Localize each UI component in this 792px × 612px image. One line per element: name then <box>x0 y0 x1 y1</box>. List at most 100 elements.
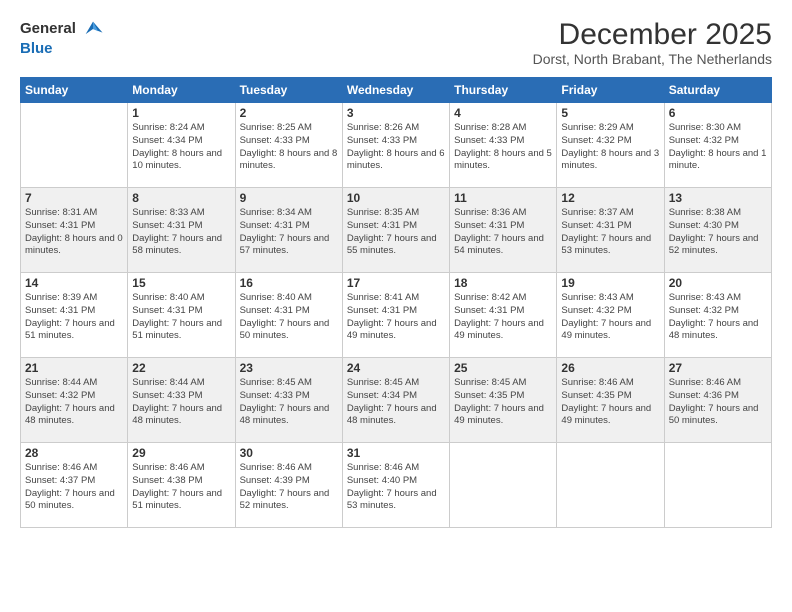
title-area: December 2025 Dorst, North Brabant, The … <box>533 18 772 67</box>
sunset-text: Sunset: 4:31 PM <box>454 220 524 231</box>
sunset-text: Sunset: 4:32 PM <box>669 135 739 146</box>
sunset-text: Sunset: 4:30 PM <box>669 220 739 231</box>
sunrise-text: Sunrise: 8:46 AM <box>561 377 633 388</box>
col-saturday: Saturday <box>664 78 771 103</box>
calendar-header-row: Sunday Monday Tuesday Wednesday Thursday… <box>21 78 772 103</box>
day-number: 4 <box>454 106 552 120</box>
day-detail: Sunrise: 8:45 AM Sunset: 4:33 PM Dayligh… <box>240 377 338 428</box>
daylight-text: Daylight: 7 hours and 48 minutes. <box>132 403 222 427</box>
subtitle: Dorst, North Brabant, The Netherlands <box>533 51 772 67</box>
table-row: 29 Sunrise: 8:46 AM Sunset: 4:38 PM Dayl… <box>128 443 235 528</box>
table-row: 21 Sunrise: 8:44 AM Sunset: 4:32 PM Dayl… <box>21 358 128 443</box>
day-detail: Sunrise: 8:46 AM Sunset: 4:35 PM Dayligh… <box>561 377 659 428</box>
sunrise-text: Sunrise: 8:45 AM <box>240 377 312 388</box>
day-number: 24 <box>347 361 445 375</box>
page: General Blue December 2025 Dorst, North … <box>0 0 792 612</box>
table-row: 15 Sunrise: 8:40 AM Sunset: 4:31 PM Dayl… <box>128 273 235 358</box>
sunset-text: Sunset: 4:31 PM <box>347 220 417 231</box>
sunrise-text: Sunrise: 8:38 AM <box>669 207 741 218</box>
sunrise-text: Sunrise: 8:46 AM <box>347 462 419 473</box>
logo-general-text: General <box>20 18 104 40</box>
sunset-text: Sunset: 4:36 PM <box>669 390 739 401</box>
daylight-text: Daylight: 7 hours and 49 minutes. <box>454 318 544 342</box>
calendar-week-row: 14 Sunrise: 8:39 AM Sunset: 4:31 PM Dayl… <box>21 273 772 358</box>
day-detail: Sunrise: 8:37 AM Sunset: 4:31 PM Dayligh… <box>561 207 659 258</box>
table-row: 28 Sunrise: 8:46 AM Sunset: 4:37 PM Dayl… <box>21 443 128 528</box>
daylight-text: Daylight: 7 hours and 53 minutes. <box>347 488 437 512</box>
day-number: 10 <box>347 191 445 205</box>
day-number: 12 <box>561 191 659 205</box>
daylight-text: Daylight: 8 hours and 0 minutes. <box>25 233 123 257</box>
calendar-week-row: 7 Sunrise: 8:31 AM Sunset: 4:31 PM Dayli… <box>21 188 772 273</box>
daylight-text: Daylight: 7 hours and 57 minutes. <box>240 233 330 257</box>
day-detail: Sunrise: 8:46 AM Sunset: 4:36 PM Dayligh… <box>669 377 767 428</box>
day-number: 3 <box>347 106 445 120</box>
calendar-week-row: 1 Sunrise: 8:24 AM Sunset: 4:34 PM Dayli… <box>21 103 772 188</box>
day-detail: Sunrise: 8:44 AM Sunset: 4:32 PM Dayligh… <box>25 377 123 428</box>
sunset-text: Sunset: 4:32 PM <box>561 305 631 316</box>
table-row: 5 Sunrise: 8:29 AM Sunset: 4:32 PM Dayli… <box>557 103 664 188</box>
table-row: 17 Sunrise: 8:41 AM Sunset: 4:31 PM Dayl… <box>342 273 449 358</box>
table-row <box>664 443 771 528</box>
daylight-text: Daylight: 7 hours and 51 minutes. <box>132 318 222 342</box>
main-title: December 2025 <box>533 18 772 51</box>
sunrise-text: Sunrise: 8:24 AM <box>132 122 204 133</box>
table-row: 20 Sunrise: 8:43 AM Sunset: 4:32 PM Dayl… <box>664 273 771 358</box>
sunrise-text: Sunrise: 8:45 AM <box>347 377 419 388</box>
sunset-text: Sunset: 4:31 PM <box>25 220 95 231</box>
sunset-text: Sunset: 4:31 PM <box>347 305 417 316</box>
day-number: 9 <box>240 191 338 205</box>
day-number: 5 <box>561 106 659 120</box>
daylight-text: Daylight: 7 hours and 58 minutes. <box>132 233 222 257</box>
day-number: 2 <box>240 106 338 120</box>
day-detail: Sunrise: 8:34 AM Sunset: 4:31 PM Dayligh… <box>240 207 338 258</box>
day-detail: Sunrise: 8:46 AM Sunset: 4:38 PM Dayligh… <box>132 462 230 513</box>
table-row: 4 Sunrise: 8:28 AM Sunset: 4:33 PM Dayli… <box>450 103 557 188</box>
sunrise-text: Sunrise: 8:25 AM <box>240 122 312 133</box>
sunrise-text: Sunrise: 8:33 AM <box>132 207 204 218</box>
day-number: 27 <box>669 361 767 375</box>
sunset-text: Sunset: 4:33 PM <box>454 135 524 146</box>
table-row: 11 Sunrise: 8:36 AM Sunset: 4:31 PM Dayl… <box>450 188 557 273</box>
sunset-text: Sunset: 4:31 PM <box>561 220 631 231</box>
day-detail: Sunrise: 8:40 AM Sunset: 4:31 PM Dayligh… <box>132 292 230 343</box>
sunset-text: Sunset: 4:32 PM <box>25 390 95 401</box>
daylight-text: Daylight: 8 hours and 1 minute. <box>669 148 767 172</box>
table-row: 2 Sunrise: 8:25 AM Sunset: 4:33 PM Dayli… <box>235 103 342 188</box>
table-row: 18 Sunrise: 8:42 AM Sunset: 4:31 PM Dayl… <box>450 273 557 358</box>
sunrise-text: Sunrise: 8:36 AM <box>454 207 526 218</box>
day-number: 31 <box>347 446 445 460</box>
table-row: 25 Sunrise: 8:45 AM Sunset: 4:35 PM Dayl… <box>450 358 557 443</box>
sunrise-text: Sunrise: 8:43 AM <box>669 292 741 303</box>
day-detail: Sunrise: 8:30 AM Sunset: 4:32 PM Dayligh… <box>669 122 767 173</box>
day-detail: Sunrise: 8:35 AM Sunset: 4:31 PM Dayligh… <box>347 207 445 258</box>
day-number: 25 <box>454 361 552 375</box>
daylight-text: Daylight: 8 hours and 3 minutes. <box>561 148 659 172</box>
day-number: 13 <box>669 191 767 205</box>
sunset-text: Sunset: 4:31 PM <box>132 305 202 316</box>
table-row: 23 Sunrise: 8:45 AM Sunset: 4:33 PM Dayl… <box>235 358 342 443</box>
table-row: 26 Sunrise: 8:46 AM Sunset: 4:35 PM Dayl… <box>557 358 664 443</box>
day-detail: Sunrise: 8:26 AM Sunset: 4:33 PM Dayligh… <box>347 122 445 173</box>
day-number: 23 <box>240 361 338 375</box>
col-wednesday: Wednesday <box>342 78 449 103</box>
day-number: 15 <box>132 276 230 290</box>
col-monday: Monday <box>128 78 235 103</box>
table-row <box>21 103 128 188</box>
day-detail: Sunrise: 8:28 AM Sunset: 4:33 PM Dayligh… <box>454 122 552 173</box>
daylight-text: Daylight: 8 hours and 8 minutes. <box>240 148 338 172</box>
sunset-text: Sunset: 4:37 PM <box>25 475 95 486</box>
day-number: 26 <box>561 361 659 375</box>
daylight-text: Daylight: 7 hours and 50 minutes. <box>669 403 759 427</box>
day-number: 19 <box>561 276 659 290</box>
table-row: 14 Sunrise: 8:39 AM Sunset: 4:31 PM Dayl… <box>21 273 128 358</box>
daylight-text: Daylight: 7 hours and 48 minutes. <box>240 403 330 427</box>
sunrise-text: Sunrise: 8:34 AM <box>240 207 312 218</box>
table-row: 30 Sunrise: 8:46 AM Sunset: 4:39 PM Dayl… <box>235 443 342 528</box>
sunrise-text: Sunrise: 8:31 AM <box>25 207 97 218</box>
table-row: 10 Sunrise: 8:35 AM Sunset: 4:31 PM Dayl… <box>342 188 449 273</box>
header-area: General Blue December 2025 Dorst, North … <box>20 18 772 67</box>
day-detail: Sunrise: 8:24 AM Sunset: 4:34 PM Dayligh… <box>132 122 230 173</box>
day-detail: Sunrise: 8:40 AM Sunset: 4:31 PM Dayligh… <box>240 292 338 343</box>
table-row: 31 Sunrise: 8:46 AM Sunset: 4:40 PM Dayl… <box>342 443 449 528</box>
